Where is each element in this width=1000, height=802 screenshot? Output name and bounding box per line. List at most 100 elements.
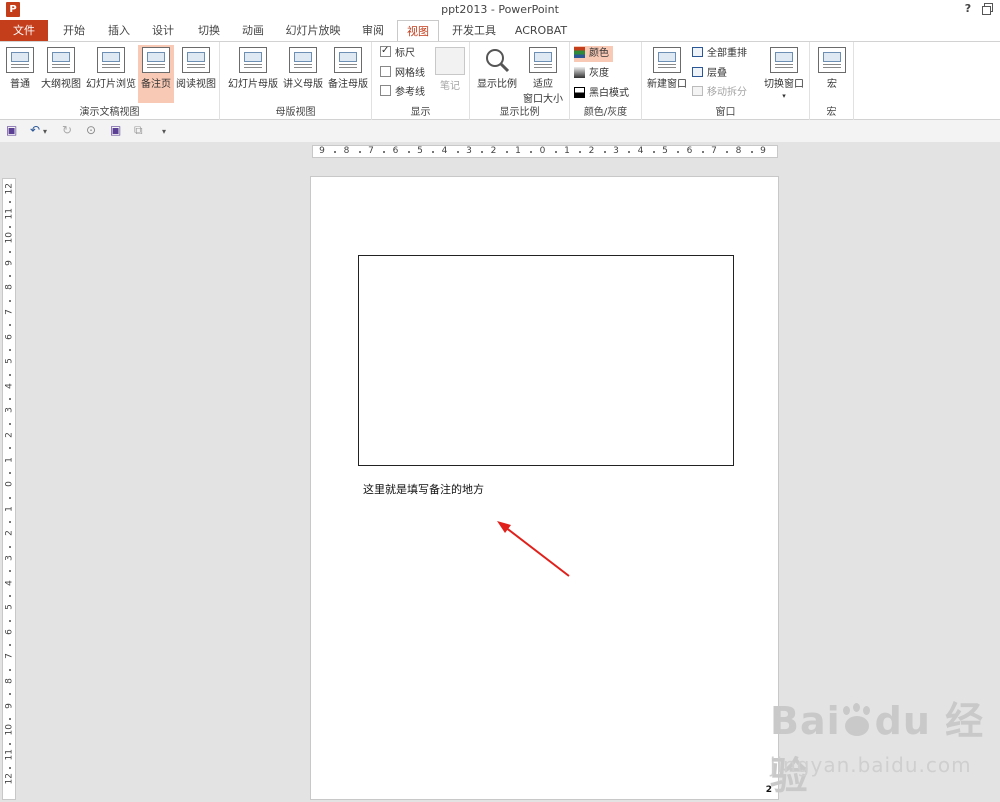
tab-insert[interactable]: 插入 — [98, 20, 140, 41]
macros-icon — [818, 47, 846, 73]
notes-master-button[interactable]: 备注母版 — [326, 45, 370, 90]
tab-home[interactable]: 开始 — [52, 20, 96, 41]
ruler-tick-label: 5 — [662, 146, 668, 156]
normal-view-button[interactable]: 普通 — [4, 45, 36, 90]
vertical-ruler[interactable]: 12 11 10 9 8 7 6 5 4 3 2 1 0 1 2 3 4 5 6 7 8 9 10 11 12 — [2, 178, 16, 800]
bw-swatch-icon — [574, 87, 585, 98]
black-white-button[interactable]: 黑白模式 — [574, 86, 629, 102]
quick-access-toolbar: ▣ ↶ ▾ ↻ ⊙ ▣ ⧉ ▾ — [0, 120, 1000, 142]
group-label: 显示 — [410, 107, 431, 118]
horizontal-ruler[interactable]: 9 8 7 6 5 4 3 2 1 0 1 2 3 4 5 6 7 8 9 — [312, 145, 778, 158]
ribbon: 普通 大纲视图 幻灯片浏览 备注页 阅读视图 演示文稿视图 幻灯片母版 讲义母版 — [0, 41, 1000, 120]
tab-acrobat[interactable]: ACROBAT — [508, 20, 574, 41]
ruler-tick-label: 0 — [4, 481, 15, 488]
cascade-button[interactable]: 层叠 — [692, 66, 727, 82]
slide-master-button[interactable]: 幻灯片母版 — [226, 45, 280, 90]
ruler-tick-label: 6 — [392, 146, 399, 156]
ruler-tick-dot — [9, 447, 11, 450]
macros-group: 宏 宏 — [810, 42, 854, 120]
ruler-tick-label: 7 — [368, 146, 374, 156]
ruler-tick-dot — [9, 693, 11, 696]
ruler-tick-label: 0 — [539, 146, 546, 156]
tab-view[interactable]: 视图 — [397, 20, 439, 42]
ruler-tick-dot — [383, 151, 386, 153]
tab-developer[interactable]: 开发工具 — [444, 20, 504, 41]
ruler-tick-dot — [456, 151, 459, 153]
ruler-tick-dot — [9, 619, 11, 622]
move-split-icon — [692, 86, 703, 96]
help-button[interactable]: ? — [962, 2, 974, 15]
handout-master-button[interactable]: 讲义母版 — [280, 45, 326, 90]
slide-sorter-button[interactable]: 幻灯片浏览 — [84, 45, 138, 90]
ruler-tick-dot — [9, 644, 11, 647]
tab-design[interactable]: 设计 — [142, 20, 184, 41]
move-split-button[interactable]: 移动拆分 — [692, 85, 747, 101]
notes-button[interactable]: 笔记 — [434, 45, 466, 92]
restore-window-icon[interactable] — [982, 3, 993, 15]
ruler-tick-dot — [9, 668, 11, 671]
from-beginning-icon[interactable]: ⊙ — [86, 123, 96, 137]
macros-button[interactable]: 宏 — [816, 45, 848, 90]
fit-to-window-button[interactable]: 适应 窗口大小 — [520, 45, 566, 105]
ruler-tick-label: 3 — [466, 146, 472, 156]
ruler-tick-dot — [481, 151, 484, 153]
grayscale-button[interactable]: 灰度 — [574, 66, 609, 82]
switch-windows-button[interactable]: 切换窗口 ▾ — [760, 45, 808, 101]
ruler-tick-label: 5 — [4, 358, 15, 365]
slide-thumbnail[interactable] — [358, 255, 734, 466]
ruler-tick-dot — [9, 422, 11, 425]
grayscale-swatch-icon — [574, 67, 585, 78]
ruler-tick-label: 12 — [4, 773, 15, 785]
gridlines-checkbox[interactable]: 网格线 — [380, 66, 425, 82]
reading-view-icon — [182, 47, 210, 73]
ribbon-tab-bar: 文件 开始 插入 设计 切换 动画 幻灯片放映 审阅 视图 开发工具 ACROB… — [0, 20, 1000, 42]
ruler-tick-dot — [652, 151, 655, 153]
ruler-tick-label: 2 — [4, 530, 15, 537]
outline-view-icon — [47, 47, 75, 73]
notes-text[interactable]: 这里就是填写备注的地方 — [363, 481, 484, 497]
color-grayscale-group: 颜色 灰度 黑白模式 颜色/灰度 — [570, 42, 642, 120]
arrange-all-icon — [692, 47, 703, 57]
new-window-button[interactable]: 新建窗口 — [644, 45, 690, 90]
undo-icon[interactable]: ↶ — [30, 123, 40, 137]
redo-icon[interactable]: ↻ — [62, 123, 72, 137]
notes-page: 这里就是填写备注的地方 2 — [310, 176, 779, 800]
arrange-all-button[interactable]: 全部重排 — [692, 46, 747, 62]
tab-slideshow[interactable]: 幻灯片放映 — [278, 20, 348, 41]
color-button[interactable]: 颜色 — [574, 46, 613, 62]
ruler-tick-dot — [726, 151, 729, 153]
undo-dropdown-icon[interactable]: ▾ — [43, 127, 47, 136]
save-as-icon[interactable]: ▣ — [110, 123, 121, 137]
group-label: 窗口 — [715, 107, 736, 118]
ruler-tick-dot — [9, 496, 11, 499]
save-icon[interactable]: ▣ — [6, 123, 17, 137]
ruler-tick-dot — [750, 151, 753, 153]
ruler-tick-dot — [9, 521, 11, 524]
tab-transitions[interactable]: 切换 — [188, 20, 230, 41]
ruler-checkbox[interactable]: 标尺 — [380, 43, 415, 62]
ruler-tick-label: 9 — [760, 146, 766, 156]
zoom-button[interactable]: 显示比例 — [474, 45, 520, 90]
tab-review[interactable]: 审阅 — [352, 20, 394, 41]
notes-icon — [435, 47, 465, 75]
color-swatch-icon — [574, 47, 585, 58]
group-label: 显示比例 — [499, 107, 540, 118]
tab-file[interactable]: 文件 — [0, 20, 48, 41]
copy-icon[interactable]: ⧉ — [134, 123, 143, 138]
guides-checkbox[interactable]: 参考线 — [380, 85, 425, 101]
ruler-tick-label: 2 — [4, 432, 15, 438]
customize-toolbar-icon[interactable]: ▾ — [162, 127, 166, 136]
outline-view-button[interactable]: 大纲视图 — [39, 45, 83, 90]
ruler-tick-label: 10 — [4, 232, 15, 244]
notes-page-icon — [142, 47, 170, 73]
ruler-tick-label: 7 — [4, 653, 15, 660]
title-bar: P ppt2013 - PowerPoint ? — [0, 0, 1000, 20]
ruler-tick-label: 2 — [588, 146, 595, 156]
switch-windows-icon — [770, 47, 798, 73]
tab-animations[interactable]: 动画 — [232, 20, 274, 41]
ruler-tick-label: 6 — [686, 146, 693, 156]
reading-view-button[interactable]: 阅读视图 — [174, 45, 218, 90]
ruler-tick-label: 8 — [735, 146, 742, 156]
notes-page-button[interactable]: 备注页 — [138, 45, 174, 103]
ruler-tick-dot — [677, 151, 680, 153]
